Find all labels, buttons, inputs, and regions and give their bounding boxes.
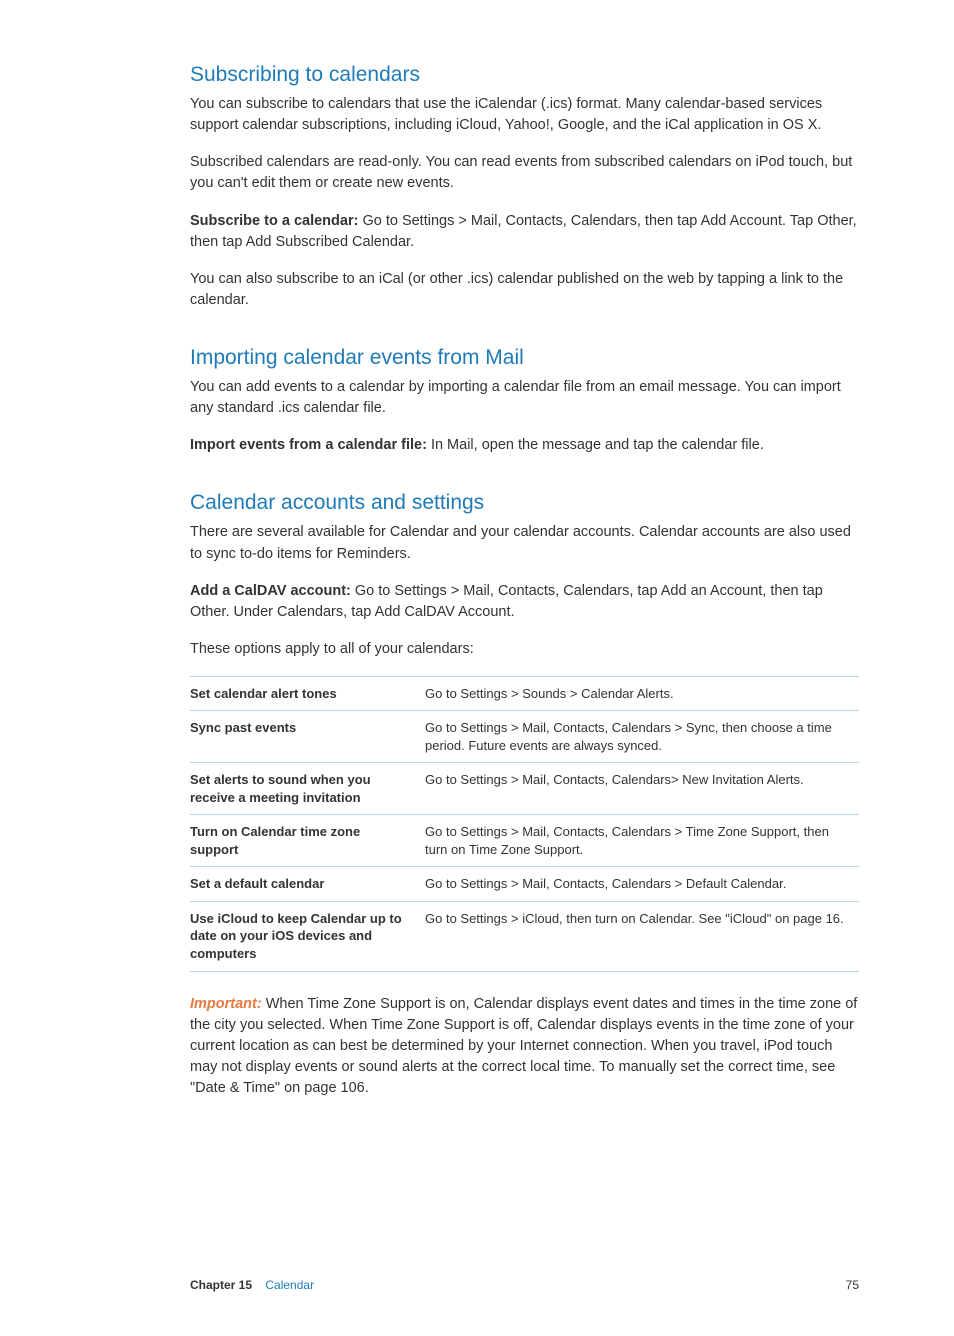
setting-desc: Go to Settings > Mail, Contacts, Calenda… (425, 867, 859, 902)
para: You can also subscribe to an iCal (or ot… (190, 269, 859, 311)
setting-name: Set calendar alert tones (190, 676, 425, 711)
para: Add a CalDAV account: Go to Settings > M… (190, 581, 859, 623)
table-row: Set alerts to sound when you receive a m… (190, 763, 859, 815)
section-importing: Importing calendar events from Mail You … (190, 343, 859, 456)
section-accounts-settings: Calendar accounts and settings There are… (190, 488, 859, 1099)
para: You can subscribe to calendars that use … (190, 94, 859, 136)
para: These options apply to all of your calen… (190, 639, 859, 660)
table-row: Use iCloud to keep Calendar up to date o… (190, 901, 859, 971)
table-row: Set a default calendar Go to Settings > … (190, 867, 859, 902)
heading-importing: Importing calendar events from Mail (190, 343, 859, 373)
page-footer: Chapter 15 Calendar 75 (190, 1277, 859, 1294)
lead-label: Import events from a calendar file: (190, 437, 431, 453)
setting-desc: Go to Settings > Mail, Contacts, Calenda… (425, 711, 859, 763)
page-number: 75 (846, 1277, 859, 1294)
para-text: In Mail, open the message and tap the ca… (431, 437, 764, 453)
table-row: Sync past events Go to Settings > Mail, … (190, 711, 859, 763)
lead-label: Subscribe to a calendar: (190, 213, 362, 229)
chapter-number: Chapter 15 (190, 1278, 252, 1292)
setting-desc: Go to Settings > Mail, Contacts, Calenda… (425, 763, 859, 815)
para: Subscribed calendars are read-only. You … (190, 152, 859, 194)
para: You can add events to a calendar by impo… (190, 377, 859, 419)
setting-name: Use iCloud to keep Calendar up to date o… (190, 901, 425, 971)
callout-label: Important: (190, 996, 266, 1012)
table-row: Turn on Calendar time zone support Go to… (190, 815, 859, 867)
setting-desc: Go to Settings > Mail, Contacts, Calenda… (425, 815, 859, 867)
para: Import events from a calendar file: In M… (190, 435, 859, 456)
section-subscribing: Subscribing to calendars You can subscri… (190, 60, 859, 311)
setting-name: Sync past events (190, 711, 425, 763)
settings-table: Set calendar alert tones Go to Settings … (190, 676, 859, 972)
para: Subscribe to a calendar: Go to Settings … (190, 211, 859, 253)
heading-subscribing: Subscribing to calendars (190, 60, 859, 90)
chapter-name: Calendar (265, 1278, 314, 1292)
chapter-ref: Chapter 15 Calendar (190, 1277, 314, 1294)
para: There are several available for Calendar… (190, 522, 859, 564)
setting-name: Turn on Calendar time zone support (190, 815, 425, 867)
table-row: Set calendar alert tones Go to Settings … (190, 676, 859, 711)
setting-name: Set a default calendar (190, 867, 425, 902)
setting-name: Set alerts to sound when you receive a m… (190, 763, 425, 815)
setting-desc: Go to Settings > iCloud, then turn on Ca… (425, 901, 859, 971)
heading-accounts-settings: Calendar accounts and settings (190, 488, 859, 518)
callout-text: When Time Zone Support is on, Calendar d… (190, 996, 857, 1096)
important-callout: Important: When Time Zone Support is on,… (190, 994, 859, 1099)
lead-label: Add a CalDAV account: (190, 583, 355, 599)
setting-desc: Go to Settings > Sounds > Calendar Alert… (425, 676, 859, 711)
